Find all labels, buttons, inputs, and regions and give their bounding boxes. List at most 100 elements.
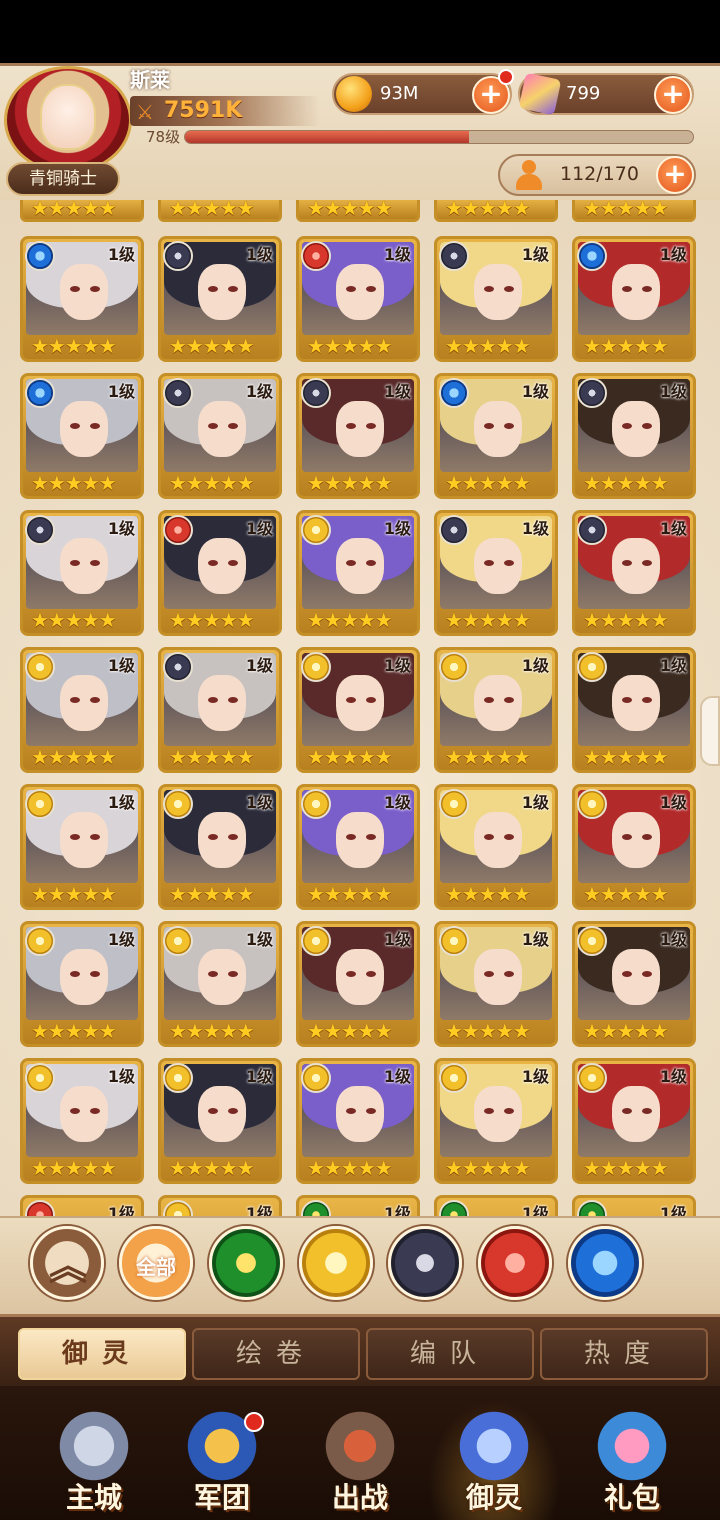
combat-power-value: 7591K [164, 98, 243, 123]
gold-coin-icon [336, 76, 372, 112]
side-expand-handle[interactable] [700, 696, 720, 766]
partial-card-top[interactable]: ★★★★★ [572, 200, 696, 222]
spirit-card[interactable]: 1级 ★★★★★ [296, 510, 420, 636]
light-rose-icon [301, 926, 331, 956]
partial-card-top[interactable]: ★★★★★ [296, 200, 420, 222]
star-rating: ★★★★★ [31, 608, 117, 632]
partial-card-bottom[interactable]: 1级 [296, 1195, 420, 1216]
card-level: 1级 [383, 1204, 411, 1216]
spirit-card[interactable]: 1级 ★★★★★ [434, 647, 558, 773]
star-rating: ★★★★★ [445, 471, 531, 495]
spirit-card[interactable]: 1级 ★★★★★ [158, 784, 282, 910]
tab-spirits[interactable]: 御灵 [18, 1328, 186, 1380]
nav-battle[interactable]: 出战 [294, 1400, 426, 1520]
spirit-card[interactable]: 1级 ★★★★★ [296, 373, 420, 499]
spirit-card[interactable]: 1级 ★★★★★ [572, 236, 696, 362]
spirit-card[interactable]: 1级 ★★★★★ [434, 373, 558, 499]
nav-main-city[interactable]: 主城 [28, 1400, 160, 1520]
card-level: 1级 [659, 793, 687, 812]
water-swirl-icon [577, 241, 607, 271]
light-rose-icon [301, 652, 331, 682]
tab-formation[interactable]: 编队 [366, 1328, 534, 1380]
spirit-card[interactable]: 1级 ★★★★★ [20, 921, 144, 1047]
spirit-card[interactable]: 1级 ★★★★★ [20, 236, 144, 362]
filter-dark-button[interactable] [388, 1226, 462, 1300]
dark-star-icon [163, 241, 193, 271]
spirit-card[interactable]: 1级 ★★★★★ [158, 236, 282, 362]
light-rose-icon [439, 1063, 469, 1093]
add-gems-button[interactable]: + [654, 76, 692, 114]
partial-card-bottom[interactable]: 1级 [572, 1195, 696, 1216]
nav-label: 礼包 [603, 1481, 660, 1514]
spirit-card[interactable]: 1级 ★★★★★ [296, 647, 420, 773]
collapse-filter-button[interactable]: ︽ [30, 1226, 104, 1300]
spirit-card[interactable]: 1级 ★★★★★ [296, 1058, 420, 1184]
spirit-card[interactable]: 1级 ★★★★★ [434, 236, 558, 362]
card-level: 1级 [521, 245, 549, 264]
partial-card-bottom[interactable]: 1级 [158, 1195, 282, 1216]
spirit-card[interactable]: 1级 ★★★★★ [296, 784, 420, 910]
nav-gift-pack[interactable]: 礼包 [566, 1400, 698, 1520]
partial-card-bottom[interactable]: 1级 [434, 1195, 558, 1216]
spirit-card[interactable]: 1级 ★★★★★ [158, 647, 282, 773]
nav-guild[interactable]: 军团 [156, 1400, 288, 1520]
star-rating: ★★★★★ [445, 200, 531, 220]
filter-water-button[interactable] [568, 1226, 642, 1300]
partial-card-bottom[interactable]: 1级 [20, 1195, 144, 1216]
spirit-card[interactable]: 1级 ★★★★★ [572, 647, 696, 773]
card-level: 1级 [383, 382, 411, 401]
gem-amount: 799 [566, 83, 601, 104]
spirit-card[interactable]: 1级 ★★★★★ [572, 1058, 696, 1184]
spirit-card[interactable]: 1级 ★★★★★ [572, 373, 696, 499]
double-chevron-up-icon: ︽ [49, 1244, 88, 1288]
card-level: 1级 [383, 245, 411, 264]
light-rose-icon [25, 789, 55, 819]
filter-fire-button[interactable] [478, 1226, 552, 1300]
spirit-card[interactable]: 1级 ★★★★★ [434, 784, 558, 910]
spirit-card[interactable]: 1级 ★★★★★ [572, 921, 696, 1047]
partial-card-top[interactable]: ★★★★★ [434, 200, 558, 222]
spirit-card[interactable]: 1级 ★★★★★ [434, 921, 558, 1047]
fire-phoenix-icon [163, 515, 193, 545]
rank-badge: 青铜骑士 [6, 162, 120, 196]
spirit-card[interactable]: 1级 ★★★★★ [572, 784, 696, 910]
filter-light-button[interactable] [299, 1226, 373, 1300]
spirit-card[interactable]: 1级 ★★★★★ [20, 373, 144, 499]
spirit-card[interactable]: 1级 ★★★★★ [20, 510, 144, 636]
card-level: 1级 [659, 1204, 687, 1216]
star-rating: ★★★★★ [445, 608, 531, 632]
card-level: 1级 [245, 519, 273, 538]
light-rose-icon [163, 1063, 193, 1093]
spirit-card[interactable]: 1级 ★★★★★ [434, 1058, 558, 1184]
filter-wind-button[interactable] [209, 1226, 283, 1300]
spirit-card[interactable]: 1级 ★★★★★ [20, 647, 144, 773]
spirit-card[interactable]: 1级 ★★★★★ [158, 1058, 282, 1184]
nav-label: 军团 [193, 1481, 250, 1514]
star-rating: ★★★★★ [307, 882, 393, 906]
partial-card-top[interactable]: ★★★★★ [158, 200, 282, 222]
nav-spirits[interactable]: 御灵 [428, 1400, 560, 1520]
person-icon [514, 160, 542, 190]
light-rose-icon [577, 789, 607, 819]
partial-card-top[interactable]: ★★★★★ [20, 200, 144, 222]
spirit-card[interactable]: 1级 ★★★★★ [158, 373, 282, 499]
expand-capacity-button[interactable]: + [656, 156, 694, 194]
tab-popularity[interactable]: 热度 [540, 1328, 708, 1380]
spirit-card[interactable]: 1级 ★★★★★ [158, 510, 282, 636]
star-rating: ★★★★★ [445, 745, 531, 769]
spirit-card[interactable]: 1级 ★★★★★ [296, 236, 420, 362]
spirit-card[interactable]: 1级 ★★★★★ [158, 921, 282, 1047]
star-rating: ★★★★★ [31, 882, 117, 906]
card-level: 1级 [659, 930, 687, 949]
card-level: 1级 [383, 656, 411, 675]
spirit-card-grid[interactable]: ★★★★★ ★★★★★ ★★★★★ ★★★★★ ★★★★★ 1级 ★★★★★ 1级 ★★★★★ 1… [0, 200, 720, 1216]
dark-star-icon [577, 515, 607, 545]
spirit-card[interactable]: 1级 ★★★★★ [20, 1058, 144, 1184]
spirit-card[interactable]: 1级 ★★★★★ [572, 510, 696, 636]
spirit-card[interactable]: 1级 ★★★★★ [434, 510, 558, 636]
filter-all-button[interactable]: 全部 [119, 1226, 193, 1300]
tab-scrolls[interactable]: 绘卷 [192, 1328, 360, 1380]
crossed-swords-icon: ⚔ [136, 100, 154, 124]
spirit-card[interactable]: 1级 ★★★★★ [20, 784, 144, 910]
spirit-card[interactable]: 1级 ★★★★★ [296, 921, 420, 1047]
